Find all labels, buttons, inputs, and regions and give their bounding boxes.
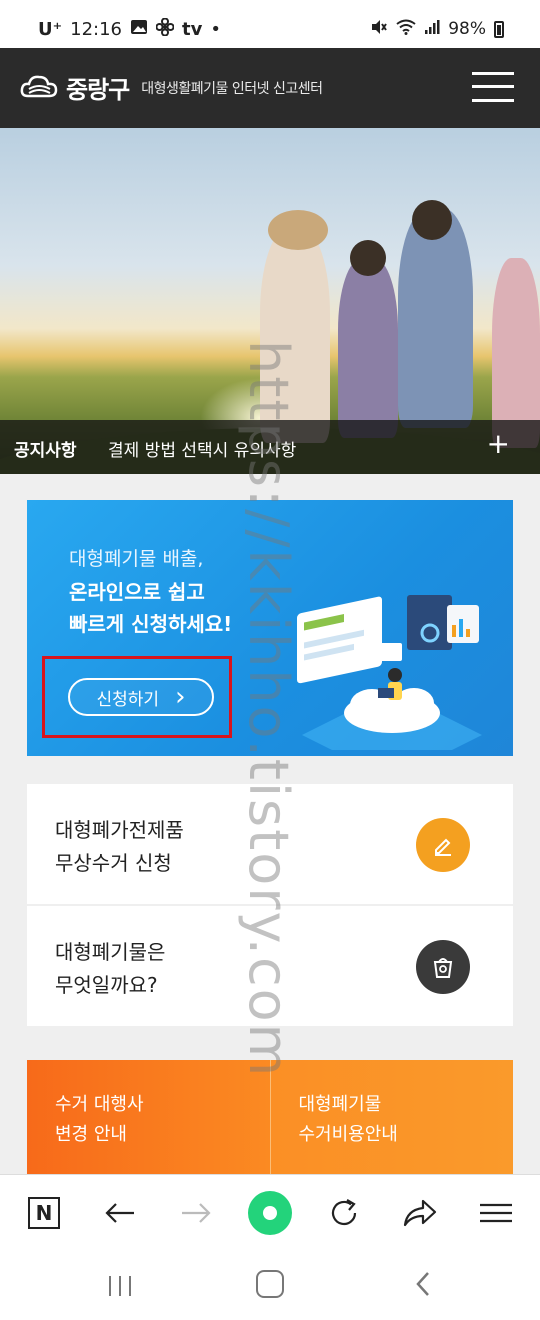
pickup-fee-tile[interactable]: 대형폐기물 수거비용안내 bbox=[269, 1060, 513, 1174]
naver-n-label: N bbox=[28, 1197, 60, 1229]
system-back-icon[interactable] bbox=[410, 1270, 438, 1298]
family-head bbox=[412, 200, 452, 240]
logo-title: 중랑구 bbox=[66, 76, 130, 104]
system-navigation-bar bbox=[0, 1250, 540, 1320]
refresh-icon[interactable] bbox=[325, 1194, 363, 1232]
tile-line-2: 수거비용안내 bbox=[298, 1124, 398, 1145]
share-icon[interactable] bbox=[401, 1194, 439, 1232]
family-head bbox=[268, 210, 328, 250]
card-line-2: 무엇일까요? bbox=[55, 973, 158, 997]
cloud-logo-icon bbox=[20, 74, 58, 102]
battery-icon bbox=[494, 20, 504, 38]
wifi-icon bbox=[396, 19, 416, 39]
battery-percent: 98% bbox=[448, 19, 486, 39]
clock: 12:16 bbox=[70, 18, 122, 40]
browser-menu-icon[interactable] bbox=[477, 1194, 515, 1232]
signal-icon bbox=[424, 19, 440, 39]
tile-line-2: 변경 안내 bbox=[55, 1124, 127, 1145]
pinwheel-icon bbox=[155, 17, 175, 40]
banner-line-3: 빠르게 신청하세요! bbox=[69, 612, 233, 636]
watermark-text: https://kkihho.tistory.com bbox=[237, 340, 300, 1079]
logo-subtitle: 대형생활폐기물 인터넷 신고센터 bbox=[141, 80, 323, 97]
pencil-icon[interactable] bbox=[416, 818, 470, 872]
trash-icon[interactable] bbox=[416, 940, 470, 994]
card-line-1: 대형폐기물은 bbox=[55, 940, 166, 964]
family-figure bbox=[398, 208, 473, 428]
card-line-2: 무상수거 신청 bbox=[55, 851, 172, 875]
online-service-illustration bbox=[292, 585, 492, 756]
system-home-icon[interactable] bbox=[256, 1270, 284, 1298]
tile-line-1: 대형폐기물 bbox=[298, 1094, 382, 1115]
site-header: 중랑구 대형생활폐기물 인터넷 신고센터 bbox=[0, 48, 540, 128]
site-logo[interactable]: 중랑구 대형생활폐기물 인터넷 신고센터 bbox=[20, 70, 323, 105]
back-arrow-icon[interactable] bbox=[101, 1194, 139, 1232]
banner-line-1: 대형폐기물 배출, bbox=[69, 548, 204, 570]
banner-line-2: 온라인으로 쉽고 bbox=[69, 580, 205, 604]
recent-apps-icon[interactable] bbox=[106, 1272, 134, 1300]
status-bar: U⁺ 12:16 tv • 98% bbox=[0, 0, 540, 48]
contractor-change-tile[interactable]: 수거 대행사 변경 안내 bbox=[27, 1060, 270, 1174]
home-icon[interactable] bbox=[248, 1191, 292, 1235]
browser-toolbar: N bbox=[0, 1174, 540, 1250]
notice-label: 공지사항 bbox=[14, 441, 77, 461]
apply-button-highlight bbox=[42, 656, 232, 738]
carrier-label: U⁺ bbox=[38, 18, 63, 40]
tv-label: tv bbox=[182, 18, 203, 40]
family-head bbox=[350, 240, 386, 276]
image-icon bbox=[130, 19, 148, 39]
card-line-1: 대형폐가전제품 bbox=[55, 818, 184, 842]
notification-dot: • bbox=[210, 18, 221, 40]
family-figure bbox=[338, 258, 398, 438]
menu-button[interactable] bbox=[472, 70, 514, 104]
tile-line-1: 수거 대행사 bbox=[55, 1094, 144, 1115]
naver-n-icon[interactable]: N bbox=[25, 1194, 63, 1232]
mute-icon bbox=[370, 18, 388, 40]
expand-plus-icon[interactable]: + bbox=[487, 428, 510, 460]
forward-arrow-icon[interactable] bbox=[177, 1194, 215, 1232]
